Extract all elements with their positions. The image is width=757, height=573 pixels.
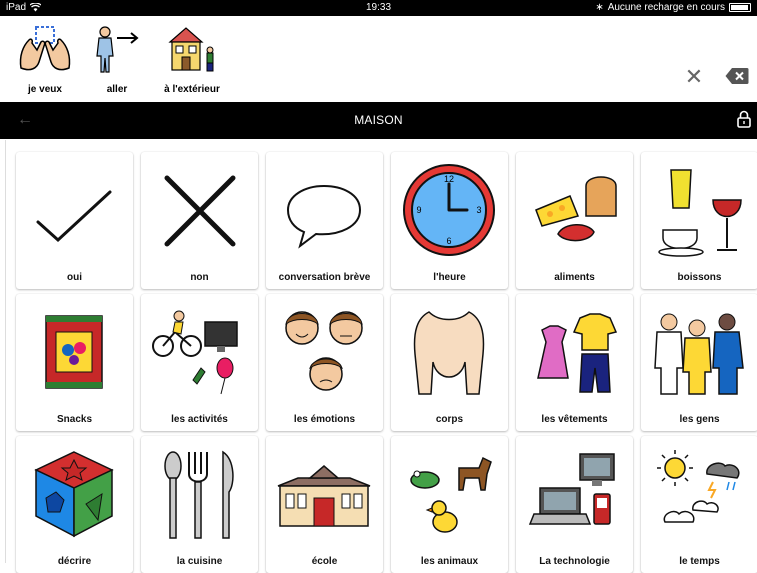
backspace-button[interactable] [725, 67, 749, 85]
activities-icon [152, 310, 238, 395]
sentence-word-je-veux[interactable]: je veux [10, 16, 80, 102]
svg-text:6: 6 [446, 236, 451, 246]
person-going-icon [96, 26, 139, 73]
backspace-icon [725, 68, 749, 84]
animals-icon [410, 456, 492, 533]
sentence-word-label: je veux [28, 84, 62, 95]
sentence-word-a-l-exterieur[interactable]: à l'extérieur [157, 16, 227, 102]
tile-label: les animaux [420, 556, 479, 567]
tile-label: les activités [171, 414, 228, 425]
checkmark-icon [36, 190, 112, 243]
technology-icon [528, 453, 615, 525]
svg-text:3: 3 [476, 205, 481, 215]
tile-label: les émotions [293, 414, 356, 425]
clothes-icon [537, 313, 618, 393]
tile-aliments[interactable]: aliments [516, 152, 633, 289]
tile-oui[interactable]: oui [16, 152, 133, 289]
people-icon [654, 313, 744, 395]
charging-status: Aucune recharge en cours [607, 2, 725, 13]
drinks-icon [658, 169, 742, 257]
sentence-word-aller[interactable]: aller [82, 16, 152, 102]
battery-icon [729, 3, 751, 12]
tile-les-gens[interactable]: les gens [641, 294, 757, 431]
tile-boissons[interactable]: boissons [641, 152, 757, 289]
clock-icon: 12 3 6 9 [403, 164, 495, 256]
tile-label: La technologie [539, 556, 610, 567]
tile-label: boissons [677, 272, 722, 283]
emotions-faces-icon [285, 311, 363, 391]
tile-label: aliments [554, 272, 595, 283]
clear-sentence-button[interactable]: ✕ [683, 66, 705, 88]
tile-label: corps [435, 414, 464, 425]
tile-les-vetements[interactable]: les vêtements [516, 294, 633, 431]
tile-label: l'heure [433, 272, 466, 283]
status-bar: iPad 19:33 ∗ Aucune recharge en cours [0, 0, 757, 16]
tile-conversation-breve[interactable]: conversation brève [266, 152, 383, 289]
page-title: MAISON [354, 113, 403, 127]
cross-icon [164, 175, 236, 247]
tile-l-heure[interactable]: 12 3 6 9 l'heure [391, 152, 508, 289]
tile-label: les gens [679, 414, 720, 425]
snack-bag-icon [45, 315, 103, 389]
house-outside-icon [168, 27, 214, 72]
food-icon [535, 176, 617, 242]
tile-label: école [311, 556, 338, 567]
tile-label: les vêtements [541, 414, 608, 425]
tile-non[interactable]: non [141, 152, 258, 289]
body-torso-icon [413, 311, 485, 395]
tile-decrire[interactable]: décrire [16, 436, 133, 573]
tile-snacks[interactable]: Snacks [16, 294, 133, 431]
tile-ecole[interactable]: école [266, 436, 383, 573]
tile-le-temps[interactable]: le temps [641, 436, 757, 573]
cutlery-icon [164, 450, 234, 539]
tile-la-cuisine[interactable]: la cuisine [141, 436, 258, 573]
weather-icon [657, 450, 740, 523]
tile-label: Snacks [56, 414, 93, 425]
divider [5, 140, 6, 563]
bluetooth-icon: ∗ [595, 2, 604, 13]
sentence-word-label: à l'extérieur [164, 84, 220, 95]
hands-wanting-icon [19, 26, 71, 71]
tile-les-activites[interactable]: les activités [141, 294, 258, 431]
speech-bubble-icon [286, 184, 362, 249]
tile-la-technologie[interactable]: La technologie [516, 436, 633, 573]
lock-icon[interactable] [737, 110, 751, 128]
tile-label: le temps [679, 556, 720, 567]
sentence-word-label: aller [106, 84, 128, 95]
tile-label: décrire [57, 556, 92, 567]
tile-corps[interactable]: corps [391, 294, 508, 431]
tile-label: oui [67, 272, 82, 283]
tile-label: non [190, 272, 209, 283]
tile-label: conversation brève [278, 272, 371, 283]
tile-label: la cuisine [176, 556, 223, 567]
svg-text:9: 9 [416, 205, 421, 215]
shapes-cube-icon [34, 451, 114, 538]
nav-bar: ← MAISON [0, 102, 757, 139]
close-icon: ✕ [684, 64, 704, 89]
sentence-bar[interactable]: je veux aller à l'extérieur ✕ [0, 16, 757, 102]
school-building-icon [277, 465, 371, 527]
tile-les-animaux[interactable]: les animaux [391, 436, 508, 573]
tile-les-emotions[interactable]: les émotions [266, 294, 383, 431]
